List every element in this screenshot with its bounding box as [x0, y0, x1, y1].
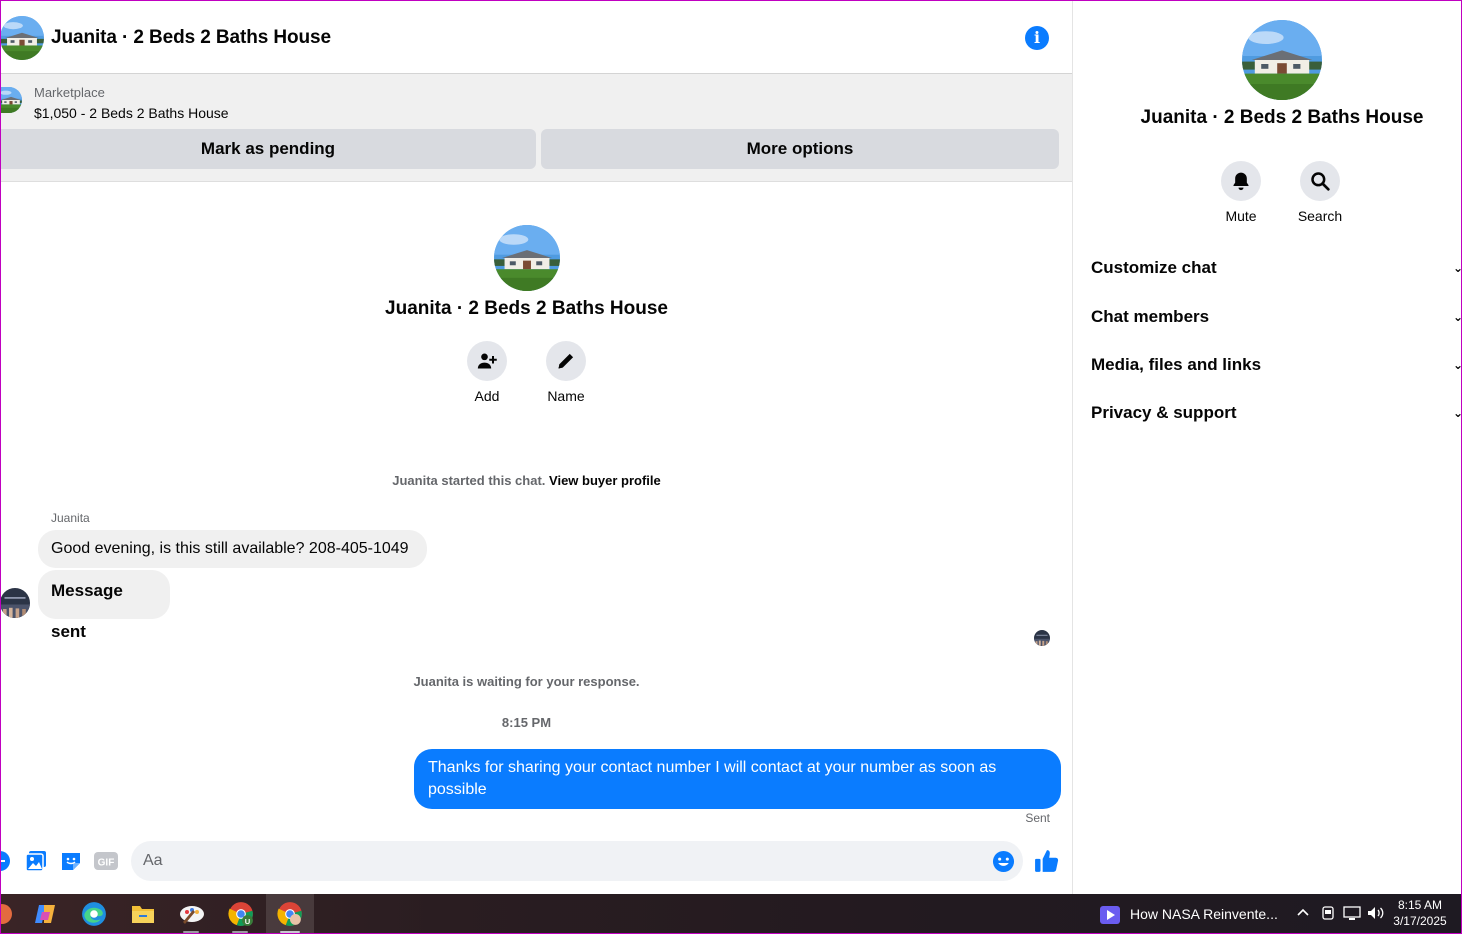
search-label: Search [1297, 208, 1343, 224]
customize-chat-label: Customize chat [1091, 258, 1217, 277]
panel-avatar [1242, 20, 1322, 100]
marketplace-label: Marketplace [34, 85, 105, 100]
view-buyer-profile-link[interactable]: View buyer profile [549, 473, 661, 488]
device-icon[interactable] [1320, 905, 1336, 924]
file-explorer-icon[interactable] [129, 900, 157, 928]
mark-as-pending-button[interactable]: Mark as pending [0, 129, 536, 169]
add-people-button[interactable]: Add [457, 341, 517, 404]
incoming-message[interactable]: Message sent [38, 570, 170, 641]
mute-label: Mute [1225, 208, 1257, 224]
customize-chat-section[interactable]: Customize chat ⌄ [1091, 250, 1462, 286]
search-button[interactable]: Search [1285, 161, 1355, 224]
search-icon [1300, 161, 1340, 201]
panel-title: Juanita · 2 Beds 2 Baths House [1140, 107, 1424, 128]
running-indicator [232, 931, 248, 933]
thumbs-up-icon[interactable] [1034, 848, 1060, 874]
network-icon[interactable] [1343, 905, 1361, 924]
incoming-message[interactable]: Good evening, is this still available? 2… [38, 530, 427, 568]
pencil-icon [546, 341, 586, 381]
media-player-icon[interactable] [1100, 906, 1120, 924]
media-title[interactable]: How NASA Reinvente... [1130, 906, 1278, 922]
privacy-support-section[interactable]: Privacy & support ⌄ [1091, 395, 1462, 431]
chat-info-panel: Juanita · 2 Beds 2 Baths House Mute Sear… [1072, 0, 1462, 894]
sender-avatar[interactable] [0, 588, 30, 618]
svg-text:U: U [245, 917, 251, 926]
volume-icon[interactable] [1367, 905, 1385, 924]
message-timestamp: 8:15 PM [501, 715, 552, 730]
running-indicator [183, 931, 199, 933]
chevron-down-icon: ⌄ [1452, 261, 1462, 275]
bell-icon [1221, 161, 1261, 201]
composer: GIF [0, 838, 1072, 884]
chat-members-label: Chat members [1091, 307, 1210, 326]
system-clock[interactable]: 8:15 AM 3/17/2025 [1392, 897, 1448, 929]
name-label: Name [547, 388, 585, 404]
chat-column: Juanita · 2 Beds 2 Baths House i Marketp… [0, 0, 1072, 894]
paint-app-icon[interactable] [178, 900, 206, 928]
intro-title: Juanita · 2 Beds 2 Baths House [385, 298, 668, 319]
mute-button[interactable]: Mute [1206, 161, 1276, 224]
name-chat-button[interactable]: Name [536, 341, 596, 404]
chevron-down-icon: ⌄ [1452, 310, 1462, 324]
chat-started-text: Juanita started this chat. [392, 473, 546, 488]
chat-header: Juanita · 2 Beds 2 Baths House i [0, 0, 1072, 74]
running-indicator [280, 931, 300, 933]
more-options-button[interactable]: More options [541, 129, 1059, 169]
show-hidden-icons-chevron-up-icon[interactable] [1296, 905, 1310, 922]
add-label: Add [474, 388, 500, 404]
clock-time: 8:15 AM [1397, 898, 1443, 912]
sender-name: Juanita [51, 511, 90, 525]
read-receipt-avatar [1034, 630, 1050, 646]
add-person-icon [467, 341, 507, 381]
chrome-profile-icon[interactable]: U [227, 900, 255, 928]
gif-label: GIF [98, 858, 115, 869]
photo-icon[interactable] [25, 850, 47, 872]
more-actions-icon[interactable] [0, 850, 11, 872]
intro-avatar [494, 225, 560, 291]
sticker-icon[interactable] [60, 850, 82, 872]
listing-avatar[interactable] [0, 16, 44, 60]
outgoing-message[interactable]: Thanks for sharing your contact number I… [414, 749, 1061, 809]
waiting-note: Juanita is waiting for your response. [413, 674, 640, 689]
chat-members-section[interactable]: Chat members ⌄ [1091, 299, 1462, 335]
chrome-icon[interactable] [276, 900, 304, 928]
edge-icon[interactable] [80, 900, 108, 928]
message-input[interactable] [131, 841, 1023, 881]
marketplace-bar: Marketplace $1,050 - 2 Beds 2 Baths Hous… [0, 74, 1072, 182]
chat-title[interactable]: Juanita · 2 Beds 2 Baths House [51, 27, 331, 49]
listing-title[interactable]: $1,050 - 2 Beds 2 Baths House [34, 105, 229, 121]
chevron-down-icon: ⌄ [1452, 406, 1462, 420]
chevron-down-icon: ⌄ [1452, 358, 1462, 372]
emoji-icon[interactable] [992, 850, 1015, 873]
clock-date: 3/17/2025 [1393, 914, 1447, 928]
listing-thumbnail[interactable] [0, 87, 22, 113]
media-files-links-section[interactable]: Media, files and links ⌄ [1091, 347, 1462, 383]
media-files-links-label: Media, files and links [1091, 355, 1262, 374]
copilot-icon[interactable] [31, 900, 59, 928]
chat-started-note: Juanita started this chat. View buyer pr… [0, 473, 1053, 488]
info-icon[interactable]: i [1025, 26, 1049, 50]
sent-status: Sent [1025, 811, 1050, 825]
app-icon-partial[interactable] [0, 900, 16, 928]
privacy-support-label: Privacy & support [1091, 403, 1237, 422]
gif-icon[interactable]: GIF [94, 850, 118, 872]
